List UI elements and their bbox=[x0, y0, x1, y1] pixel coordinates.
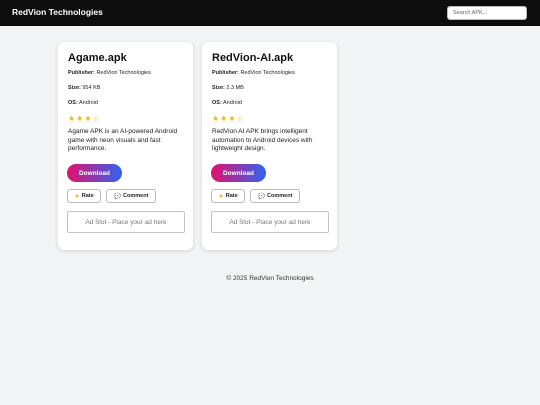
top-nav-bar: RedVion Technologies bbox=[0, 0, 540, 26]
size-value: 954 KB bbox=[82, 85, 101, 91]
publisher-info: Publisher: RedVion Technologies bbox=[212, 70, 295, 76]
os-value: Android bbox=[223, 100, 242, 106]
os-label: OS: bbox=[68, 100, 78, 106]
card-title: Agame.apk bbox=[68, 52, 127, 64]
ad-slot: Ad Slot - Place your ad here bbox=[211, 211, 329, 233]
os-label: OS: bbox=[212, 100, 222, 106]
comment-button[interactable]: 💬 Comment bbox=[106, 189, 156, 203]
publisher-value: RedVion Technologies bbox=[240, 70, 295, 76]
size-info: Size: 954 KB bbox=[68, 85, 100, 91]
download-button[interactable]: Download bbox=[211, 164, 266, 182]
rate-label: Rate bbox=[81, 193, 94, 199]
speech-bubble-icon: 💬 bbox=[113, 193, 122, 200]
publisher-label: Publisher: bbox=[68, 70, 95, 76]
card-title: RedVion-AI.apk bbox=[212, 52, 294, 64]
os-value: Android bbox=[79, 100, 98, 106]
brand-title: RedVion Technologies bbox=[12, 7, 103, 17]
speech-bubble-icon: 💬 bbox=[257, 193, 266, 200]
size-value: 2.3 MB bbox=[226, 85, 244, 91]
rate-button[interactable]: ★ Rate bbox=[67, 189, 101, 203]
comment-label: Comment bbox=[267, 193, 293, 199]
card-description: RedVion AI APK brings intelligent automa… bbox=[212, 128, 313, 152]
size-info: Size: 2.3 MB bbox=[212, 85, 244, 91]
apk-card-agame: Agame.apk Publisher: RedVion Technologie… bbox=[58, 42, 193, 250]
apk-card-redvion-ai: RedVion-AI.apk Publisher: RedVion Techno… bbox=[202, 42, 337, 250]
star-icon: ★ bbox=[74, 193, 80, 200]
size-label: Size: bbox=[68, 85, 81, 91]
comment-label: Comment bbox=[123, 193, 149, 199]
publisher-info: Publisher: RedVion Technologies bbox=[68, 70, 151, 76]
card-description: Agame APK is an AI-powered Android game … bbox=[68, 128, 178, 152]
rate-button[interactable]: ★ Rate bbox=[211, 189, 245, 203]
publisher-value: RedVion Technologies bbox=[96, 70, 151, 76]
star-rating: ★★★☆ bbox=[68, 114, 101, 123]
size-label: Size: bbox=[212, 85, 225, 91]
ad-slot: Ad Slot - Place your ad here bbox=[67, 211, 185, 233]
download-button[interactable]: Download bbox=[67, 164, 122, 182]
star-rating: ★★★☆ bbox=[212, 114, 245, 123]
publisher-label: Publisher: bbox=[212, 70, 239, 76]
os-info: OS: Android bbox=[68, 100, 98, 106]
os-info: OS: Android bbox=[212, 100, 242, 106]
footer-copyright: © 2025 RedVion Technologies bbox=[226, 275, 314, 282]
star-icon: ★ bbox=[218, 193, 224, 200]
comment-button[interactable]: 💬 Comment bbox=[250, 189, 300, 203]
rate-label: Rate bbox=[225, 193, 238, 199]
search-input[interactable] bbox=[447, 6, 527, 20]
